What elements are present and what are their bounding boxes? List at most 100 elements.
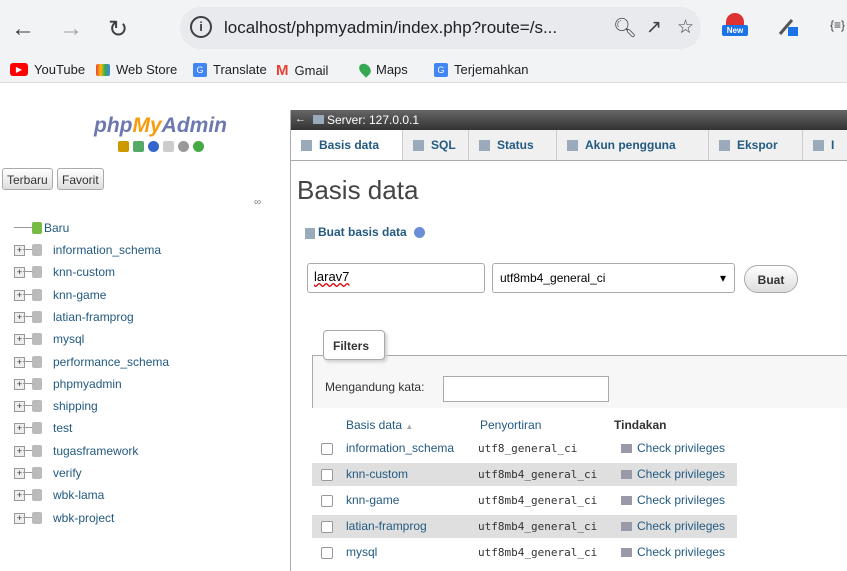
- database-icon: [301, 139, 312, 151]
- url-text[interactable]: localhost/phpmyadmin/index.php?route=/s.…: [224, 18, 557, 38]
- tree-item-database[interactable]: + performance_schema: [0, 352, 290, 374]
- database-name-link[interactable]: information_schema: [346, 441, 454, 455]
- extension-eyedropper-icon[interactable]: [776, 14, 800, 38]
- database-name-link[interactable]: knn-game: [346, 493, 399, 507]
- database-icon: [32, 489, 42, 502]
- import-icon: [813, 139, 824, 151]
- database-name-input[interactable]: larav7: [307, 263, 485, 293]
- row-checkbox[interactable]: [321, 521, 333, 533]
- link-chain-icon[interactable]: ∞: [254, 197, 261, 208]
- tree-item-label: mysql: [53, 332, 85, 347]
- check-privileges-link[interactable]: Check privileges: [621, 493, 725, 507]
- settings-gear-icon[interactable]: [178, 141, 189, 152]
- expand-plus-icon[interactable]: +: [14, 423, 25, 435]
- extension-new-icon[interactable]: New: [722, 13, 748, 41]
- tab-export[interactable]: Ekspor: [709, 130, 803, 160]
- table-header: Basis data ▲ Penyortiran Tindakan: [312, 416, 737, 436]
- tree-item-database[interactable]: + knn-game: [0, 285, 290, 307]
- check-privileges-link[interactable]: Check privileges: [621, 441, 725, 455]
- recent-button[interactable]: Terbaru: [2, 168, 53, 190]
- bookmark-terjemahkan[interactable]: G Terjemahkan: [434, 62, 528, 77]
- extension-icon[interactable]: {≡}: [830, 18, 845, 32]
- reload-icon[interactable]: ↻: [101, 12, 135, 46]
- privileges-icon: [621, 444, 632, 454]
- row-checkbox[interactable]: [321, 547, 333, 559]
- favorite-button[interactable]: Favorit: [57, 168, 104, 190]
- bookmark-gmail[interactable]: M Gmail: [276, 62, 328, 79]
- home-icon[interactable]: [118, 141, 129, 152]
- export-icon: [719, 139, 730, 151]
- collapse-arrow-icon[interactable]: ←: [295, 113, 306, 125]
- check-privileges-link[interactable]: Check privileges: [621, 467, 725, 481]
- tab-databases[interactable]: Basis data: [291, 130, 403, 160]
- forward-arrow-icon[interactable]: →: [54, 12, 88, 46]
- check-privileges-link[interactable]: Check privileges: [621, 545, 725, 559]
- share-icon[interactable]: ↗: [646, 16, 662, 39]
- zoom-icon[interactable]: 🔍︎: [613, 16, 637, 40]
- address-bar[interactable]: i localhost/phpmyadmin/index.php?route=/…: [180, 7, 701, 49]
- column-header-collation[interactable]: Penyortiran: [480, 418, 541, 432]
- database-icon: [32, 355, 42, 368]
- expand-plus-icon[interactable]: +: [14, 334, 25, 346]
- tab-sql[interactable]: SQL: [403, 130, 469, 160]
- tree-item-database[interactable]: + wbk-lama: [0, 485, 290, 507]
- bookmark-translate[interactable]: G Translate: [193, 62, 267, 77]
- expand-plus-icon[interactable]: +: [14, 267, 25, 279]
- docs-icon[interactable]: [163, 141, 174, 152]
- expand-plus-icon[interactable]: +: [14, 445, 25, 457]
- expand-plus-icon[interactable]: +: [14, 245, 25, 256]
- expand-plus-icon[interactable]: +: [14, 356, 25, 368]
- row-checkbox[interactable]: [321, 443, 333, 455]
- expand-plus-icon[interactable]: +: [14, 468, 25, 479]
- bookmark-web-store[interactable]: Web Store: [96, 62, 177, 77]
- reload-nav-icon[interactable]: [193, 141, 204, 152]
- row-checkbox[interactable]: [321, 495, 333, 507]
- expand-plus-icon[interactable]: +: [14, 289, 25, 301]
- tree-item-database[interactable]: + shipping: [0, 396, 290, 418]
- logout-icon[interactable]: [133, 141, 144, 152]
- column-header-database[interactable]: Basis data ▲: [346, 418, 413, 432]
- tab-status[interactable]: Status: [469, 130, 557, 160]
- tab-import[interactable]: I: [803, 130, 847, 160]
- bookmark-star-icon[interactable]: ☆: [677, 16, 694, 39]
- collation-select[interactable]: utf8mb4_general_ci ▾: [492, 263, 735, 293]
- back-arrow-icon[interactable]: ←: [6, 12, 40, 46]
- help-icon[interactable]: [414, 227, 426, 239]
- tree-item-database[interactable]: + verify: [0, 463, 290, 485]
- help-icon[interactable]: [148, 141, 159, 152]
- expand-plus-icon[interactable]: +: [14, 401, 25, 413]
- tree-item-database[interactable]: + information_schema: [0, 240, 290, 262]
- database-name-link[interactable]: mysql: [346, 545, 377, 559]
- filter-input[interactable]: [443, 376, 609, 402]
- tree-item-database[interactable]: + latian-framprog: [0, 307, 290, 329]
- tree-item-database[interactable]: + mysql: [0, 329, 290, 351]
- database-name-link[interactable]: knn-custom: [346, 467, 408, 481]
- create-button[interactable]: Buat: [744, 265, 798, 293]
- server-label[interactable]: Server: 127.0.0.1: [327, 113, 419, 127]
- expand-plus-icon[interactable]: +: [14, 512, 25, 524]
- phpmyadmin-logo[interactable]: phpMyAdmin: [94, 114, 227, 138]
- create-database-label: Buat basis data: [318, 225, 426, 239]
- tree-item-label: verify: [53, 466, 82, 480]
- chevron-down-icon: ▾: [719, 271, 726, 285]
- tab-user-accounts[interactable]: Akun pengguna: [557, 130, 709, 160]
- site-info-icon[interactable]: i: [190, 16, 212, 38]
- expand-plus-icon[interactable]: +: [14, 490, 25, 502]
- tree-item-database[interactable]: + tugasframework: [0, 441, 290, 463]
- tree-item-label: performance_schema: [53, 354, 170, 369]
- table-row: knn-game utf8mb4_general_ci Check privileg…: [312, 489, 737, 512]
- row-checkbox[interactable]: [321, 469, 333, 481]
- check-privileges-link[interactable]: Check privileges: [621, 519, 725, 533]
- privileges-icon: [621, 470, 632, 480]
- bookmark-youtube[interactable]: ▶ YouTube: [10, 62, 85, 77]
- filters-legend: Filters: [323, 330, 385, 360]
- bookmark-maps[interactable]: Maps: [356, 61, 408, 78]
- tree-item-database[interactable]: + knn-custom: [0, 262, 290, 284]
- database-name-link[interactable]: latian-framprog: [346, 519, 427, 533]
- expand-plus-icon[interactable]: +: [14, 311, 25, 323]
- tree-item-database[interactable]: + phpmyadmin: [0, 374, 290, 396]
- expand-plus-icon[interactable]: +: [14, 378, 25, 390]
- tree-item-new[interactable]: Baru: [0, 218, 290, 240]
- tree-item-database[interactable]: + wbk-project: [0, 508, 290, 530]
- tree-item-database[interactable]: + test: [0, 418, 290, 440]
